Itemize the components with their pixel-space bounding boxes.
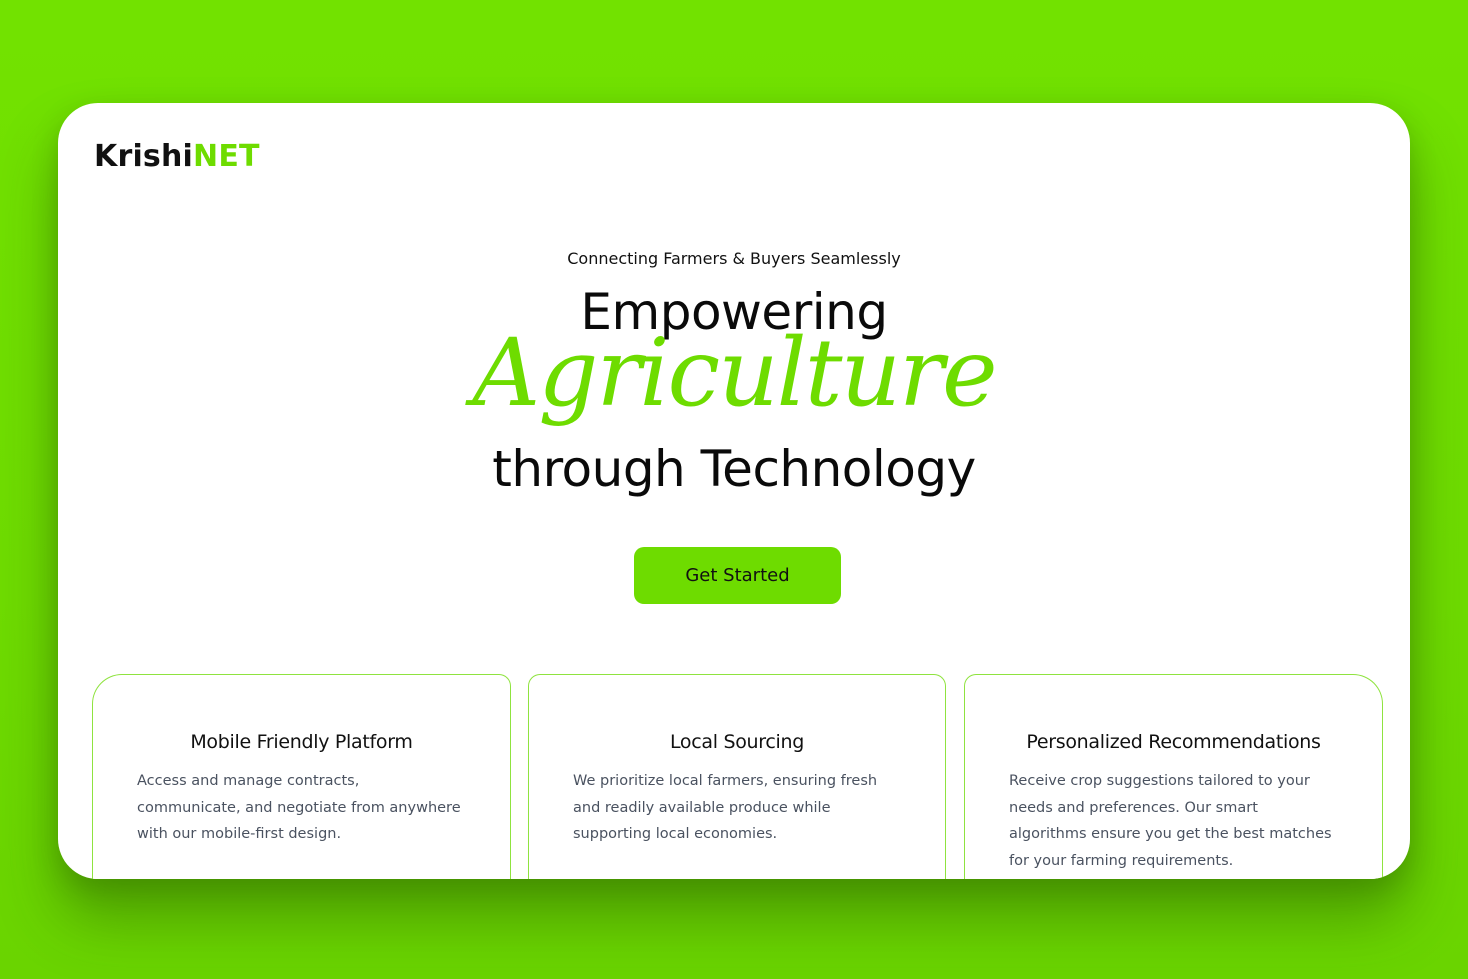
- get-started-button[interactable]: Get Started: [634, 547, 841, 604]
- hero-heading-script: Agriculture: [472, 319, 997, 428]
- feature-card-mobile: Mobile Friendly Platform Access and mana…: [92, 674, 511, 879]
- feature-card-title: Local Sourcing: [669, 731, 805, 753]
- logo-text-accent: NET: [193, 139, 260, 174]
- feature-card-title: Mobile Friendly Platform: [190, 731, 413, 753]
- page-background: KrishiNET Connecting Farmers & Buyers Se…: [0, 0, 1468, 979]
- browser-window: KrishiNET Connecting Farmers & Buyers Se…: [58, 103, 1410, 879]
- logo-text-primary: Krishi: [94, 139, 194, 174]
- hero-tagline: Connecting Farmers & Buyers Seamlessly: [567, 249, 901, 268]
- feature-card-local-sourcing: Local Sourcing We prioritize local farme…: [528, 674, 946, 879]
- site-logo[interactable]: KrishiNET: [94, 139, 260, 174]
- feature-card-description: Receive crop suggestions tailored to you…: [1009, 773, 1332, 869]
- feature-cards: Mobile Friendly Platform Access and mana…: [92, 674, 1384, 879]
- feature-card-recommendations: Personalized Recommendations Receive cro…: [964, 674, 1383, 879]
- feature-card-description: Access and manage contracts, communicate…: [137, 773, 461, 842]
- hero-heading-line3: through Technology: [492, 440, 976, 498]
- feature-card-description: We prioritize local farmers, ensuring fr…: [573, 773, 878, 842]
- feature-card-title: Personalized Recommendations: [1026, 731, 1321, 753]
